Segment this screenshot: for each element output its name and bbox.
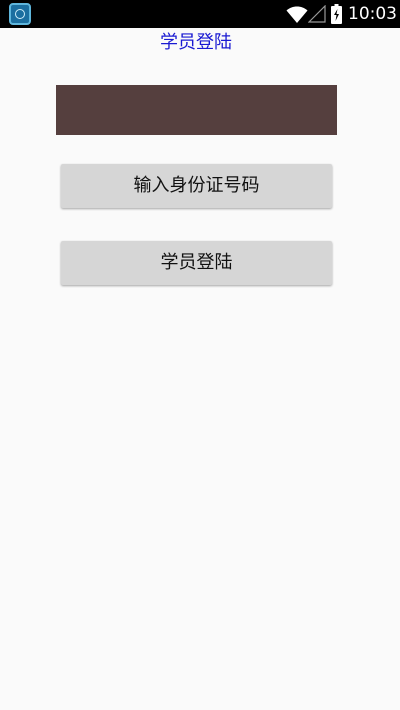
signal-icon: [308, 5, 326, 23]
app-icon: [9, 3, 31, 25]
student-login-button[interactable]: 学员登陆: [61, 241, 332, 285]
status-bar: 10:03: [0, 0, 400, 28]
id-number-input[interactable]: [56, 85, 337, 135]
wifi-icon: [286, 6, 308, 23]
battery-icon: [331, 4, 342, 24]
status-clock: 10:03: [348, 4, 397, 24]
enter-id-number-button[interactable]: 输入身份证号码: [61, 164, 332, 208]
page-title: 学员登陆: [160, 32, 232, 53]
